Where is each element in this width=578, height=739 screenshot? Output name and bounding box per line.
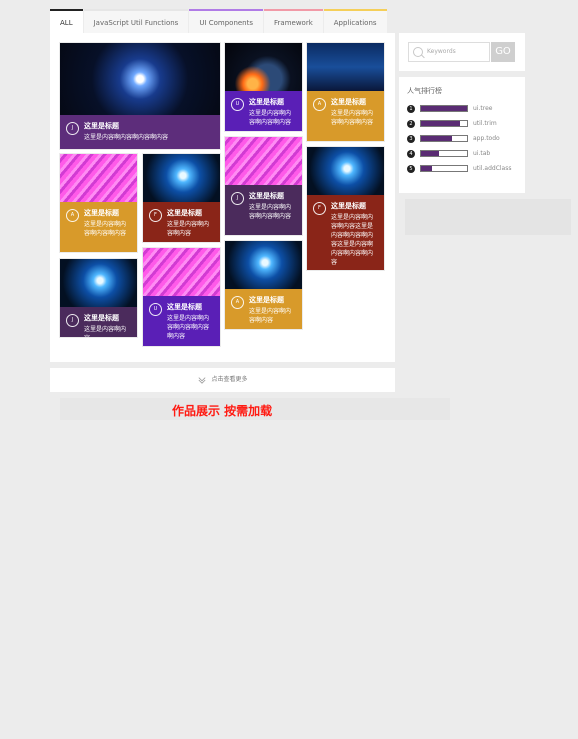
card-badge-icon: J <box>66 314 79 327</box>
card-badge-icon: U <box>231 98 244 111</box>
card-title: 这里是标题 <box>249 296 284 304</box>
card-title: 这里是标题 <box>331 98 366 106</box>
tab-applications[interactable]: Applications <box>323 9 387 33</box>
card-title: 这里是标题 <box>249 98 284 106</box>
portfolio-card[interactable]: U 这里是标题 这里是内容啊内容啊内容啊内容啊内容 <box>143 248 220 346</box>
rank-label[interactable]: util.addClass <box>473 165 511 172</box>
card-image <box>225 241 302 289</box>
card-title: 这里是标题 <box>84 122 119 130</box>
card-description: 这里是内容啊内容啊内容啊内容 <box>84 221 127 237</box>
card-title: 这里是标题 <box>84 209 119 217</box>
card-image <box>225 43 302 91</box>
rank-number: 3 <box>407 135 415 143</box>
card-description: 这里是内容啊内容啊内容啊内容 <box>249 110 292 126</box>
card-description: 这里是内容啊内容啊内容 <box>167 221 210 237</box>
portfolio-card[interactable]: J 这里是标题 这里是内容啊内容啊内容啊内容 <box>225 137 302 235</box>
card-badge-icon: F <box>149 209 162 222</box>
card-description: 这里是内容啊内容啊内容 <box>249 308 292 324</box>
tab-all[interactable]: ALL <box>50 9 83 33</box>
card-info: F 这里是标题 这里是内容啊内容啊内容这里是内容啊内容啊内容这里是内容啊内容啊内… <box>307 195 384 270</box>
rank-number: 1 <box>407 105 415 113</box>
rank-number: 2 <box>407 120 415 128</box>
load-more-label: 点击查看更多 <box>211 376 248 383</box>
card-info: J 这里是标题 这里是内容啊内容 <box>60 307 137 337</box>
rank-bar-fill <box>421 166 433 171</box>
search-icon <box>413 47 423 57</box>
card-description: 这里是内容啊内容啊内容啊内容 <box>84 134 169 141</box>
rank-bar <box>420 120 468 127</box>
rank-number: 5 <box>407 165 415 173</box>
rank-label[interactable]: ui.tab <box>473 150 490 157</box>
card-image <box>307 147 384 195</box>
rank-bar <box>420 105 468 112</box>
search-input[interactable]: Keywords <box>408 42 490 62</box>
card-image <box>225 137 302 185</box>
rank-label[interactable]: ui.tree <box>473 105 492 112</box>
popularity-ranking: 人气排行榜 1 ui.tree 2 util.trim 3 app.todo 4 ui.tab… <box>399 77 525 193</box>
portfolio-card[interactable]: J 这里是标题 这里是内容啊内容 <box>60 259 137 337</box>
rank-bar <box>420 135 468 142</box>
card-image <box>60 154 137 202</box>
category-tabs: ALL JavaScript Util Functions UI Compone… <box>50 9 388 33</box>
card-title: 这里是标题 <box>167 209 202 217</box>
portfolio-card[interactable]: U 这里是标题 这里是内容啊内容啊内容啊内容 <box>225 43 302 131</box>
card-description: 这里是内容啊内容啊内容啊内容啊内容 <box>167 315 210 340</box>
rank-bar-fill <box>421 151 440 156</box>
card-description: 这里是内容啊内容啊内容啊内容 <box>249 204 292 220</box>
card-info: U 这里是标题 这里是内容啊内容啊内容啊内容 <box>225 91 302 131</box>
ranking-title: 人气排行榜 <box>407 87 442 95</box>
card-image <box>60 43 220 115</box>
portfolio-card[interactable]: J 这里是标题 这里是内容啊内容啊内容啊内容 <box>60 43 220 149</box>
rank-bar-fill <box>421 136 453 141</box>
search-button[interactable]: GO <box>491 42 515 62</box>
rank-bar-fill <box>421 106 467 111</box>
search-box: Keywords GO <box>399 33 525 71</box>
card-info: J 这里是标题 这里是内容啊内容啊内容啊内容 <box>225 185 302 235</box>
card-image <box>143 154 220 202</box>
page-caption: 作品展示 按需加载 <box>172 404 273 418</box>
card-description: 这里是内容啊内容啊内容这里是内容啊内容啊内容这里是内容啊内容啊内容啊内容 <box>331 214 374 266</box>
card-badge-icon: A <box>313 98 326 111</box>
rank-label[interactable]: app.todo <box>473 135 500 142</box>
card-badge-icon: J <box>231 192 244 205</box>
card-title: 这里是标题 <box>84 314 119 322</box>
card-badge-icon: J <box>66 122 79 135</box>
card-title: 这里是标题 <box>331 202 366 210</box>
card-title: 这里是标题 <box>167 303 202 311</box>
card-image <box>143 248 220 296</box>
rank-bar-fill <box>421 121 461 126</box>
card-image <box>60 259 137 307</box>
rank-bar <box>420 165 468 172</box>
card-badge-icon: A <box>231 296 244 309</box>
card-info: A 这里是标题 这里是内容啊内容啊内容 <box>225 289 302 329</box>
card-image <box>307 43 384 91</box>
portfolio-card[interactable]: A 这里是标题 这里是内容啊内容啊内容 <box>225 241 302 329</box>
rank-number: 4 <box>407 150 415 158</box>
card-description: 这里是内容啊内容啊内容啊内容 <box>331 110 374 126</box>
portfolio-card[interactable]: A 这里是标题 这里是内容啊内容啊内容啊内容 <box>307 43 384 141</box>
card-badge-icon: A <box>66 209 79 222</box>
load-more-button[interactable]: 点击查看更多 <box>50 368 395 392</box>
card-badge-icon: F <box>313 202 326 215</box>
card-info: J 这里是标题 这里是内容啊内容啊内容啊内容 <box>60 115 220 149</box>
portfolio-grid: J 这里是标题 这里是内容啊内容啊内容啊内容 U 这里是标题 这里是内容啊内容啊… <box>50 33 395 362</box>
portfolio-card[interactable]: F 这里是标题 这里是内容啊内容啊内容这里是内容啊内容啊内容这里是内容啊内容啊内… <box>307 147 384 270</box>
card-info: A 这里是标题 这里是内容啊内容啊内容啊内容 <box>307 91 384 141</box>
rank-bar <box>420 150 468 157</box>
tab-framework[interactable]: Framework <box>264 9 323 33</box>
placeholder-panel <box>405 199 571 235</box>
tab-javascript-util-functions[interactable]: JavaScript Util Functions <box>83 9 189 33</box>
tab-ui-components[interactable]: UI Components <box>189 9 264 33</box>
card-description: 这里是内容啊内容 <box>84 326 127 337</box>
portfolio-card[interactable]: A 这里是标题 这里是内容啊内容啊内容啊内容 <box>60 154 137 252</box>
card-info: F 这里是标题 这里是内容啊内容啊内容 <box>143 202 220 242</box>
chevron-down-icon <box>198 376 206 384</box>
card-title: 这里是标题 <box>249 192 284 200</box>
card-info: A 这里是标题 这里是内容啊内容啊内容啊内容 <box>60 202 137 252</box>
rank-label[interactable]: util.trim <box>473 120 497 127</box>
card-badge-icon: U <box>149 303 162 316</box>
portfolio-card[interactable]: F 这里是标题 这里是内容啊内容啊内容 <box>143 154 220 242</box>
card-info: U 这里是标题 这里是内容啊内容啊内容啊内容啊内容 <box>143 296 220 346</box>
